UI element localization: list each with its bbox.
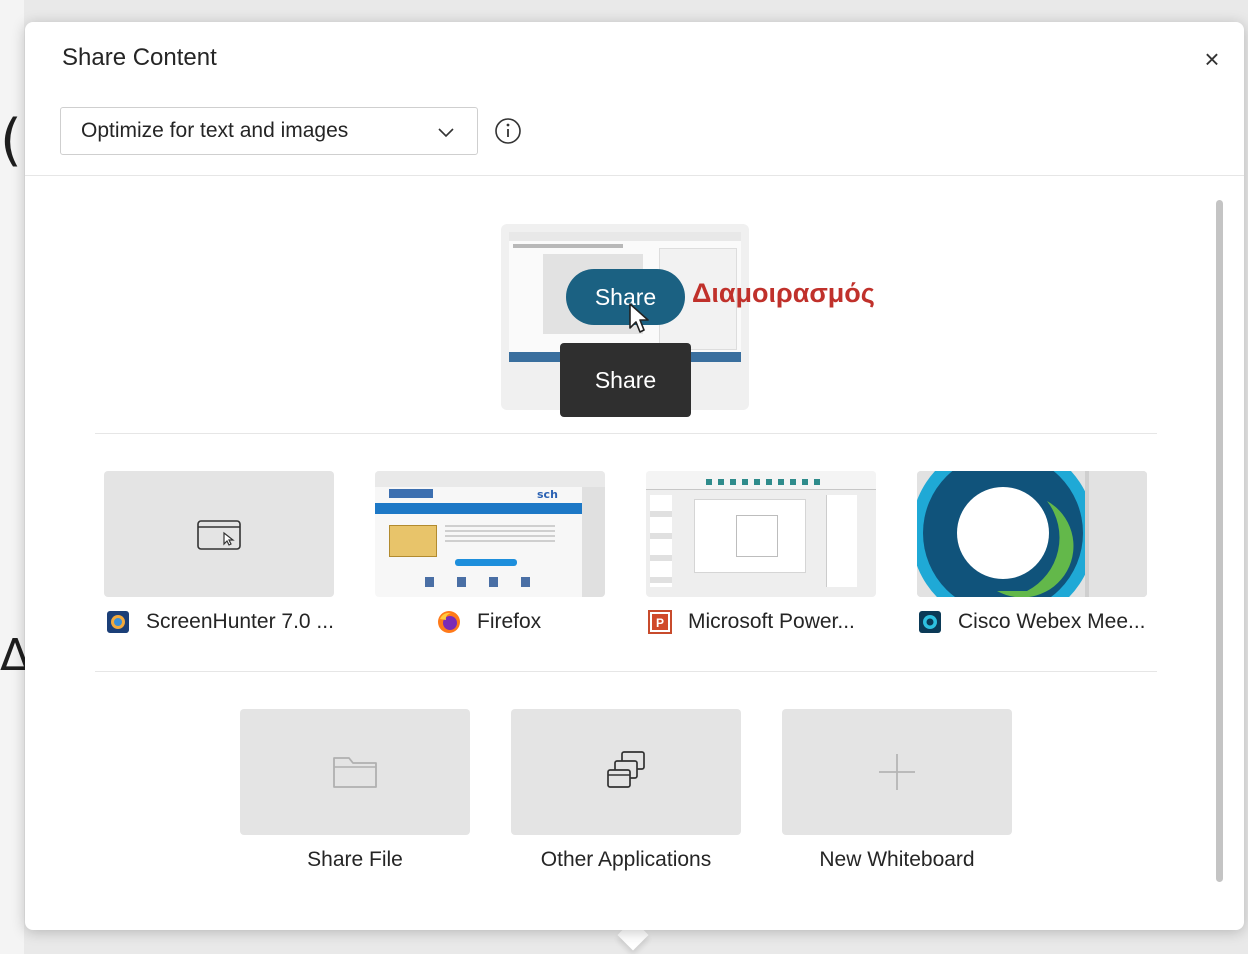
divider <box>95 433 1157 434</box>
screenhunter-icon <box>107 611 129 633</box>
info-icon[interactable] <box>493 116 523 146</box>
svg-text:P: P <box>656 616 664 630</box>
app-label-screenhunter[interactable]: ScreenHunter 7.0 ... <box>106 610 334 634</box>
share-file-label: Share File <box>307 848 403 871</box>
optimize-selected-value: Optimize for text and images <box>81 119 349 142</box>
mouse-cursor-icon <box>629 303 649 333</box>
close-button[interactable]: × <box>1199 46 1225 72</box>
optimize-dropdown[interactable]: Optimize for text and images <box>60 107 478 155</box>
webex-logo <box>917 471 1147 597</box>
app-label-webex[interactable]: Cisco Webex Mee... <box>918 610 1146 634</box>
other-applications-button[interactable] <box>511 709 741 835</box>
background-letter: ( <box>0 108 22 173</box>
other-applications-label: Other Applications <box>540 848 712 871</box>
share-annotation: Διαμοιρασμός <box>692 278 875 308</box>
scrollbar[interactable] <box>1216 200 1223 882</box>
app-label-powerpoint[interactable]: P Microsoft Power... <box>648 610 855 634</box>
share-content-dialog: Share Content × Optimize for text and im… <box>25 22 1244 930</box>
share-screen-button[interactable]: Share <box>566 269 685 325</box>
divider <box>95 671 1157 672</box>
thumbnail-brand: sch <box>537 488 558 501</box>
share-file-button[interactable] <box>240 709 470 835</box>
window-cursor-icon <box>197 520 241 550</box>
app-tile-webex[interactable] <box>917 471 1147 597</box>
share-tooltip: Share <box>560 343 691 417</box>
folder-icon <box>333 757 377 788</box>
new-whiteboard-button[interactable] <box>782 709 1012 835</box>
plus-icon <box>879 754 915 790</box>
new-whiteboard-label: New Whiteboard <box>819 848 975 871</box>
powerpoint-icon: P <box>648 610 672 634</box>
app-tile-screenhunter[interactable] <box>104 471 334 597</box>
stacked-windows-icon <box>607 751 645 788</box>
divider <box>25 175 1244 176</box>
chevron-down-icon <box>438 128 454 138</box>
app-tile-firefox[interactable]: sch <box>375 471 605 597</box>
app-tile-powerpoint[interactable] <box>646 471 876 597</box>
firefox-icon <box>438 611 460 633</box>
dialog-title: Share Content <box>62 44 217 71</box>
app-label-firefox[interactable]: Firefox <box>437 610 541 634</box>
webex-icon <box>919 611 941 633</box>
